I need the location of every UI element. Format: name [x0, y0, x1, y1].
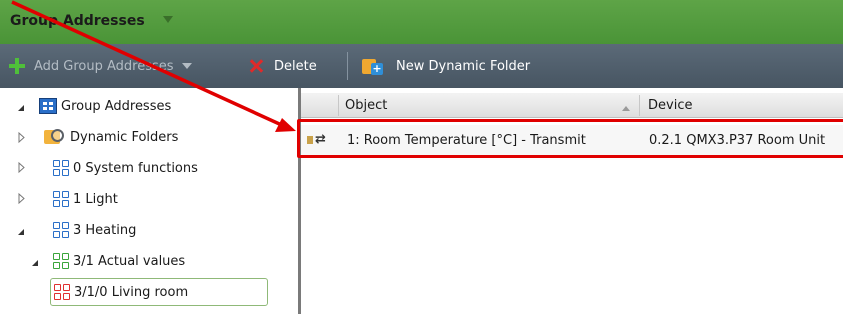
new-dynamic-folder-icon: + — [362, 56, 384, 76]
title-bar: Group Addresses — [0, 0, 843, 44]
column-header-device[interactable]: Device — [648, 93, 692, 118]
tree-item-label: 1 Light — [73, 191, 118, 207]
column-divider — [338, 95, 339, 116]
new-dynamic-folder-button[interactable]: + New Dynamic Folder — [362, 44, 530, 88]
toolbar-divider — [347, 52, 348, 80]
group-address-icon — [53, 253, 69, 269]
delete-label: Delete — [274, 58, 317, 74]
tree-root-label: Group Addresses — [61, 98, 172, 114]
tree-item-system-functions[interactable]: 0 System functions — [53, 157, 198, 179]
tree-item-living-room[interactable]: 3/1/0 Living room — [54, 281, 188, 303]
add-group-addresses-label: Add Group Addresses — [34, 58, 174, 74]
sort-ascending-icon — [622, 106, 630, 111]
tree-item-actual-values[interactable]: 3/1 Actual values — [53, 250, 185, 272]
tree-item-label: 3/1/0 Living room — [74, 284, 189, 300]
close-icon — [248, 58, 264, 74]
toolbar: Add Group Addresses Delete + New Dynamic… — [0, 44, 843, 88]
chevron-down-icon[interactable] — [181, 63, 192, 69]
group-address-icon — [53, 191, 69, 207]
column-header-object[interactable]: Object — [345, 93, 387, 118]
chevron-down-icon[interactable] — [163, 16, 173, 23]
tree-root[interactable]: Group Addresses — [39, 95, 171, 117]
dynamic-folder-icon — [44, 128, 66, 146]
page-title: Group Addresses — [10, 13, 145, 29]
tree-item-label: 0 System functions — [73, 160, 198, 176]
tree-item-label: Dynamic Folders — [70, 129, 179, 145]
tree-item-label: 3 Heating — [73, 222, 137, 238]
group-address-icon — [54, 284, 70, 300]
tree-item-heating[interactable]: 3 Heating — [53, 219, 136, 241]
new-dynamic-folder-label: New Dynamic Folder — [396, 58, 531, 74]
tree-item-dynamic-folders[interactable]: Dynamic Folders — [44, 126, 178, 148]
tree-item-label: 3/1 Actual values — [73, 253, 186, 269]
group-address-icon — [39, 98, 57, 114]
column-divider — [639, 95, 640, 116]
tree-item-light[interactable]: 1 Light — [53, 188, 118, 210]
grid-header: Object Device — [301, 93, 843, 118]
add-group-addresses-button[interactable]: Add Group Addresses — [8, 44, 192, 88]
plus-icon — [8, 57, 26, 75]
group-address-icon — [53, 222, 69, 238]
delete-button[interactable]: Delete — [248, 44, 317, 88]
group-address-icon — [53, 160, 69, 176]
highlight-annotation — [297, 119, 843, 158]
